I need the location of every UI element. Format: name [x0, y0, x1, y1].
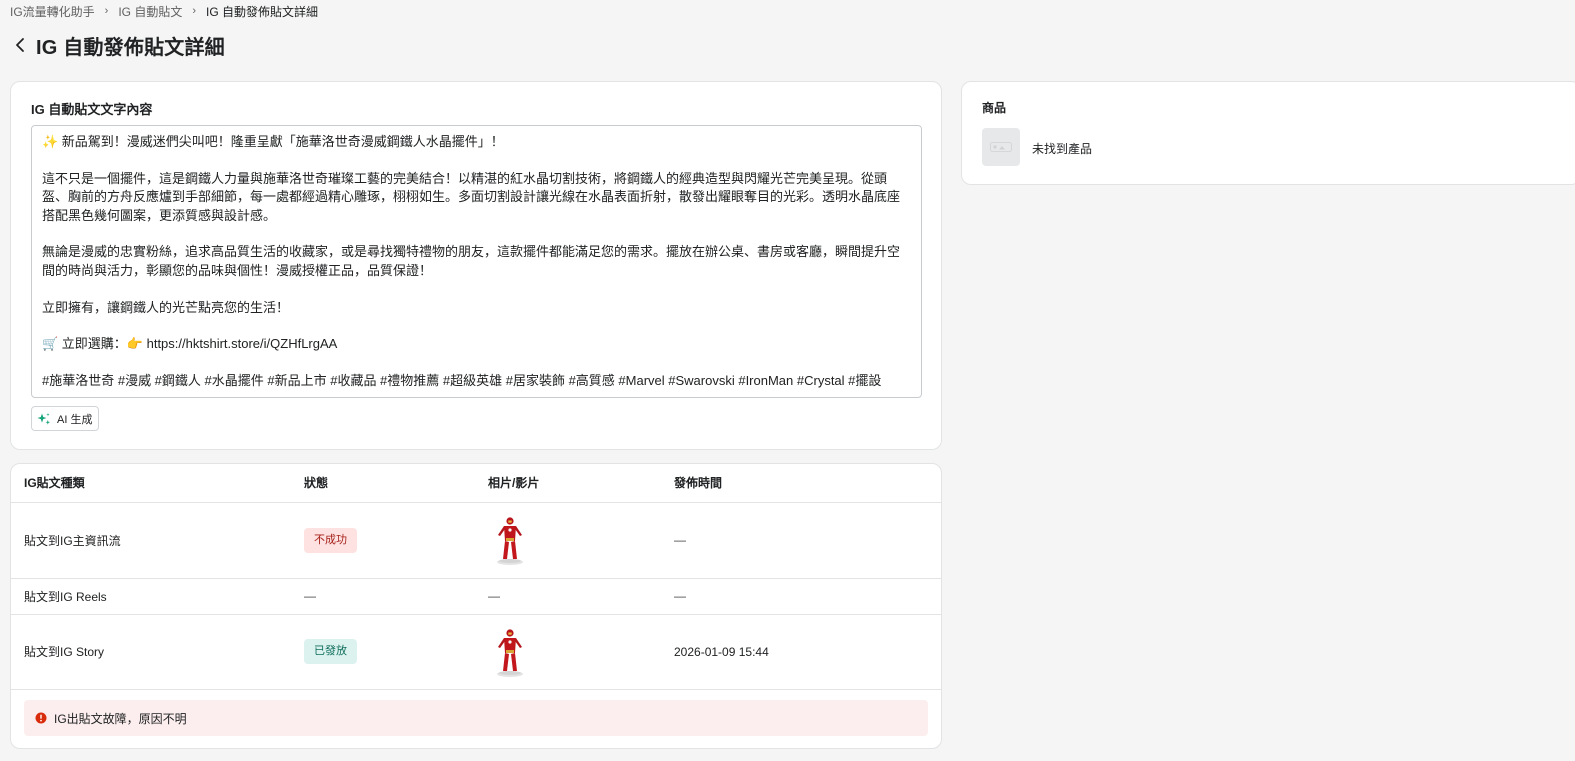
sparkle-icon — [37, 412, 50, 425]
ai-generate-button[interactable]: AI 生成 — [31, 406, 100, 431]
product-name: 未找到產品 — [1032, 142, 1093, 156]
post-text-paragraph: ✨ 新品駕到！漫威迷們尖叫吧！隆重呈獻「施華洛世奇漫威鋼鐵人水晶擺件」！ — [42, 134, 504, 149]
iron-man-thumbnail[interactable] — [490, 514, 530, 566]
column-header-type: IG貼文種類 — [11, 464, 291, 503]
publish-time-cell: — — [661, 578, 941, 615]
error-banner: IG出貼文故障，原因不明 — [24, 700, 928, 736]
post-type-cell: 貼文到IG Reels — [11, 578, 291, 615]
ai-generate-label: AI 生成 — [57, 413, 93, 426]
status-badge-success: 已發放 — [304, 639, 357, 664]
column-header-status: 狀態 — [291, 464, 475, 503]
page-header: IG 自動發佈貼文詳細 — [10, 31, 225, 59]
post-text-card: IG 自動貼文文字內容 ✨ 新品駕到！漫威迷們尖叫吧！隆重呈獻「施華洛世奇漫威鋼… — [10, 81, 942, 450]
post-status-table: IG貼文種類 狀態 相片/影片 發佈時間 貼文到IG主資訊流 不成功 — 貼文到… — [11, 464, 941, 690]
post-text-paragraph: 這不只是一個擺件，這是鋼鐵人力量與施華洛世奇璀璨工藝的完美結合！以精湛的紅水晶切… — [42, 170, 901, 223]
breadcrumb-item-ig-conversion[interactable]: IG流量轉化助手 — [10, 3, 95, 20]
post-type-cell: 貼文到IG主資訊流 — [11, 502, 291, 579]
column-header-time: 發佈時間 — [661, 464, 941, 503]
media-cell — [475, 502, 661, 579]
status-badge-fail: 不成功 — [304, 527, 357, 553]
breadcrumb: IG流量轉化助手 › IG 自動貼文 › IG 自動發佈貼文詳細 — [10, 3, 318, 19]
page-title: IG 自動發佈貼文詳細 — [36, 36, 225, 59]
chevron-right-icon: › — [104, 5, 109, 17]
error-message: IG出貼文故障，原因不明 — [54, 711, 187, 726]
media-cell — [475, 614, 661, 690]
image-placeholder-icon — [982, 128, 1020, 166]
post-text-paragraph: 🛒 立即選購：👉 https://hktshirt.store/i/QZHfLr… — [42, 336, 338, 352]
status-cell: — — [291, 578, 475, 615]
publish-time-cell: — — [661, 502, 941, 579]
post-text-card-title: IG 自動貼文文字內容 — [31, 102, 153, 117]
product-card: 商品 未找到產品 — [961, 81, 1575, 185]
alert-circle-icon — [35, 712, 47, 724]
post-text-paragraph: #施華洛世奇 #漫威 #鋼鐵人 #水晶擺件 #新品上市 #收藏品 #禮物推薦 #… — [42, 373, 882, 389]
column-header-media: 相片/影片 — [475, 464, 661, 503]
post-text-area[interactable]: ✨ 新品駕到！漫威迷們尖叫吧！隆重呈獻「施華洛世奇漫威鋼鐵人水晶擺件」！ 這不只… — [31, 125, 922, 398]
table-row: 貼文到IG主資訊流 不成功 — — [11, 502, 941, 579]
table-header-row: IG貼文種類 狀態 相片/影片 發佈時間 — [11, 464, 941, 503]
status-cell: 已發放 — [291, 614, 475, 690]
chevron-right-icon: › — [192, 5, 197, 17]
post-text-paragraph: 無論是漫威的忠實粉絲，追求高品質生活的收藏家，或是尋找獨特禮物的朋友，這款擺件都… — [42, 244, 901, 278]
breadcrumb-item-ig-auto-post[interactable]: IG 自動貼文 — [118, 3, 182, 20]
post-status-card: IG貼文種類 狀態 相片/影片 發佈時間 貼文到IG主資訊流 不成功 — 貼文到… — [10, 463, 942, 749]
status-cell: 不成功 — [291, 502, 475, 579]
chevron-left-icon — [16, 38, 24, 52]
iron-man-thumbnail[interactable] — [490, 626, 530, 678]
product-card-title: 商品 — [982, 101, 1007, 115]
table-row: 貼文到IG Story 已發放 2026-01-09 15:44 — [11, 614, 941, 690]
breadcrumb-current: IG 自動發佈貼文詳細 — [206, 4, 319, 19]
post-type-cell: 貼文到IG Story — [11, 614, 291, 690]
media-cell: — — [475, 578, 661, 615]
publish-time-cell: 2026-01-09 15:44 — [661, 614, 941, 690]
table-row: 貼文到IG Reels — — — — [11, 578, 941, 615]
post-text-paragraph: 立即擁有，讓鋼鐵人的光芒點亮您的生活！ — [42, 299, 290, 315]
back-button[interactable] — [10, 33, 30, 57]
